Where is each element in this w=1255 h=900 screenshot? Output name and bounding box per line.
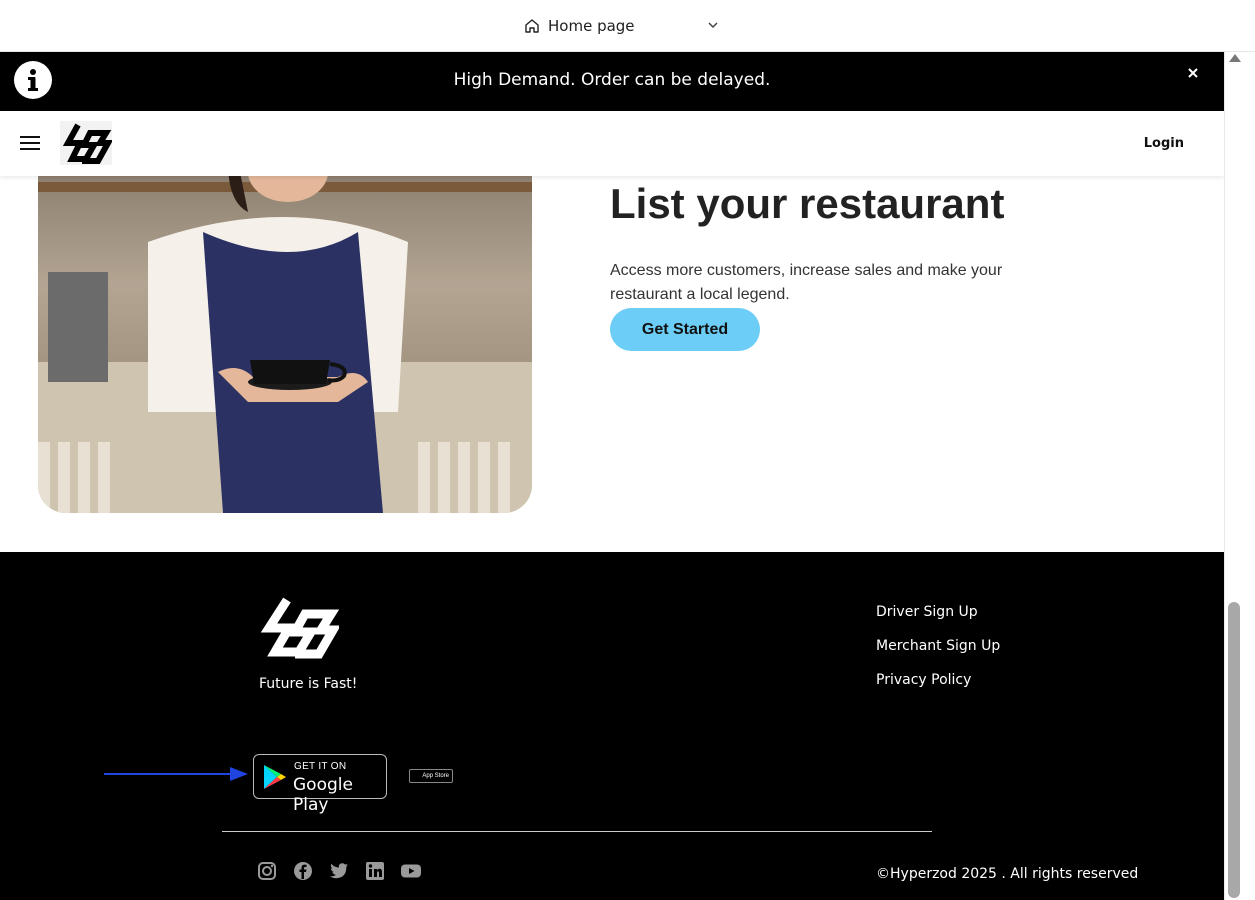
page-select-dropdown[interactable]: Home page: [524, 14, 724, 38]
announcement-banner: High Demand. Order can be delayed.: [0, 52, 1224, 111]
footer-divider: [222, 831, 932, 832]
scrollbar[interactable]: [1224, 52, 1255, 900]
site-logo[interactable]: [60, 121, 114, 165]
copyright-text: ©Hyperzod 2025 . All rights reserved: [876, 866, 1139, 882]
footer-logo[interactable]: [259, 596, 341, 665]
site-footer: Future is Fast! Driver Sign Up Merchant …: [0, 552, 1224, 900]
annotation-arrow-icon: [104, 767, 248, 781]
footer-links: Driver Sign Up Merchant Sign Up Privacy …: [876, 604, 1000, 706]
social-links: [257, 861, 421, 881]
scroll-up-arrow-icon[interactable]: [1229, 54, 1241, 62]
page-select-label: Home page: [548, 17, 635, 35]
get-started-button[interactable]: Get Started: [610, 308, 760, 351]
menu-icon[interactable]: [20, 136, 40, 152]
browser-top-bar: Home page: [0, 0, 1255, 52]
google-play-icon: [264, 765, 286, 789]
driver-sign-up-link[interactable]: Driver Sign Up: [876, 604, 1000, 620]
app-store-label: App Store: [422, 773, 449, 779]
login-link[interactable]: Login: [1144, 136, 1184, 151]
privacy-policy-link[interactable]: Privacy Policy: [876, 672, 1000, 688]
close-icon[interactable]: [1184, 64, 1202, 82]
merchant-sign-up-link[interactable]: Merchant Sign Up: [876, 638, 1000, 654]
hero-image: [38, 162, 532, 513]
google-play-small-text: GET IT ON: [294, 761, 347, 772]
app-store-badge[interactable]: App Store: [409, 769, 453, 783]
home-icon: [525, 19, 539, 33]
hero-description: Access more customers, increase sales an…: [610, 262, 1003, 303]
footer-tagline: Future is Fast!: [259, 676, 358, 692]
page-viewport: High Demand. Order can be delayed. Login: [0, 52, 1224, 900]
facebook-icon[interactable]: [293, 861, 313, 881]
google-play-big-text: Google Play: [293, 775, 353, 815]
chevron-down-icon: [708, 22, 718, 29]
instagram-icon[interactable]: [257, 861, 277, 881]
twitter-icon[interactable]: [329, 861, 349, 881]
google-play-badge[interactable]: GET IT ON Google Play: [253, 754, 387, 815]
hero-title: List your restaurant: [610, 180, 1005, 227]
banner-message: High Demand. Order can be delayed.: [453, 70, 771, 90]
linkedin-icon[interactable]: [365, 861, 385, 881]
scrollbar-thumb[interactable]: [1228, 602, 1240, 898]
site-header: Login: [0, 111, 1224, 176]
youtube-icon[interactable]: [401, 861, 421, 881]
